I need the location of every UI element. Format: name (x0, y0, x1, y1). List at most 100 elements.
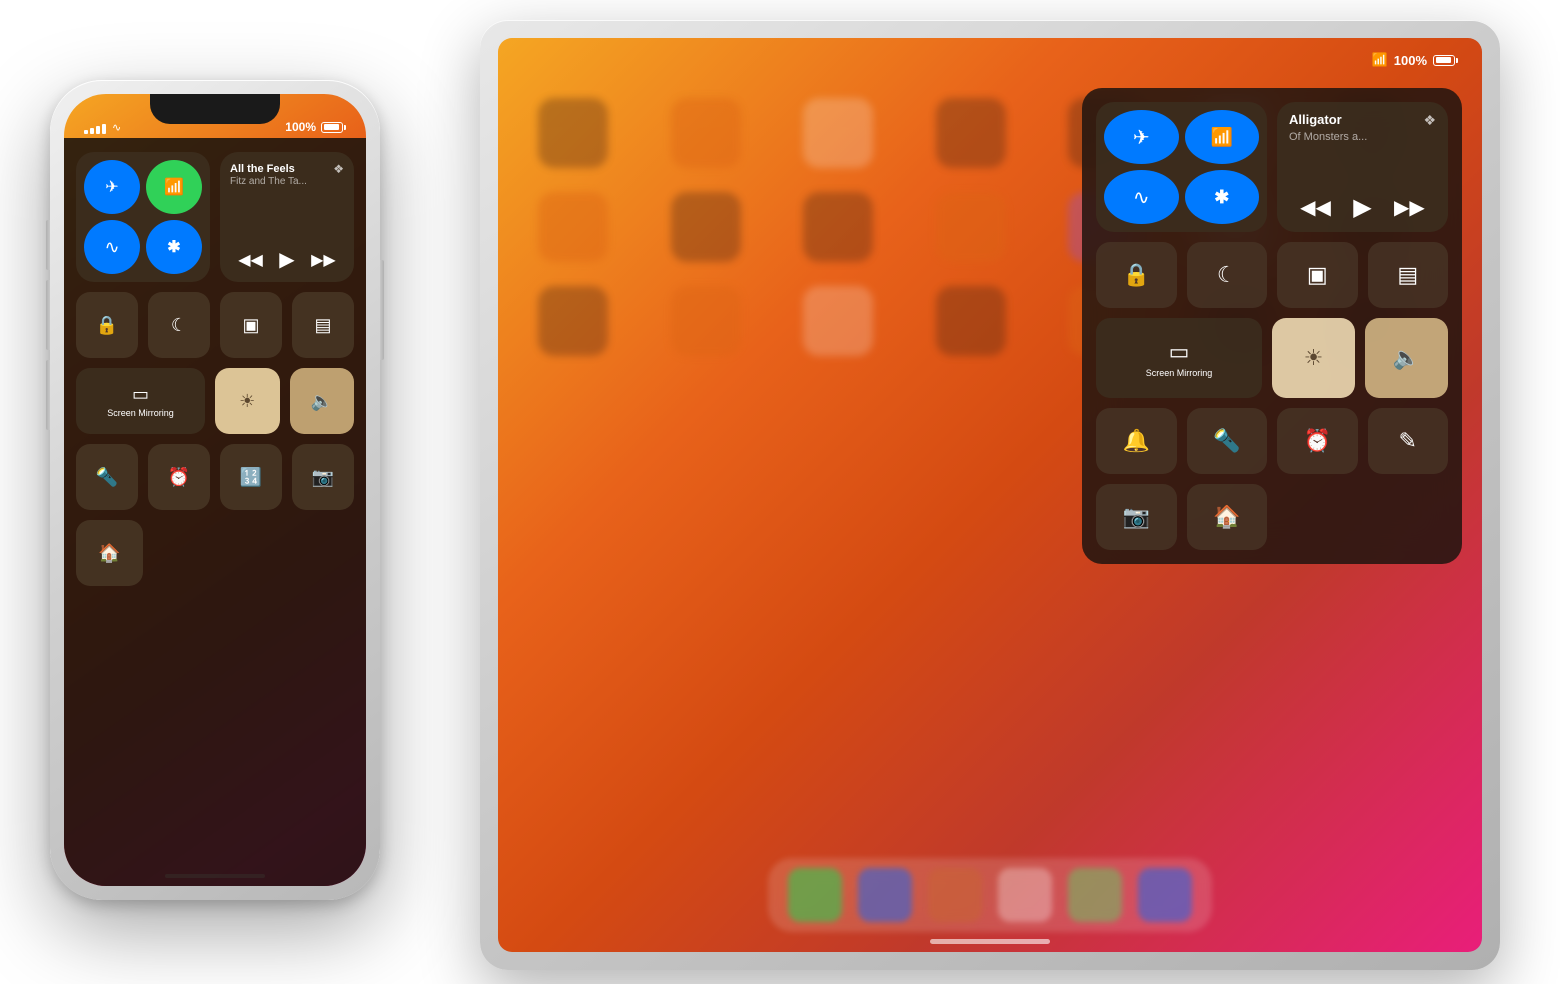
dock-icon (1068, 868, 1122, 922)
iphone-rotation-lock-btn[interactable]: 🔒 (76, 292, 138, 358)
ipad-container: 📶 100% (480, 20, 1500, 970)
iphone-camera-btn[interactable]: 📷 (292, 444, 354, 510)
ipad-airplane-btn[interactable]: ✈ (1104, 110, 1179, 164)
flashlight-icon: 🔦 (1213, 428, 1240, 454)
flashlight-icon: 🔦 (96, 467, 118, 488)
iphone-status-right: 100% (285, 120, 346, 134)
brightness-icon: ☀ (1304, 345, 1324, 371)
ipad-bluetooth-btn[interactable]: ✱ (1185, 170, 1260, 224)
dock-icon (1138, 868, 1192, 922)
app-icon (936, 286, 1006, 356)
iphone-home-btn-cc[interactable]: 🏠 (76, 520, 143, 586)
play-button[interactable]: ▶ (1353, 193, 1371, 222)
iphone-music-title: All the Feels (230, 162, 307, 176)
iphone-music-block: All the Feels Fitz and The Ta... ❖ ◀◀ ▶ … (220, 152, 354, 282)
ipad-home-bar (930, 939, 1050, 944)
iphone-control-center: ✈ 📶 ∿ ✱ (64, 138, 366, 886)
airplay-icon[interactable]: ❖ (1423, 112, 1436, 129)
ipad-home-btn[interactable]: 🏠 (1187, 484, 1268, 550)
ipad-camera-btn[interactable]: 📷 (1096, 484, 1177, 550)
iphone-volume-btn[interactable]: 🔈 (290, 368, 355, 434)
ipad-flashlight-btn[interactable]: 🔦 (1187, 408, 1268, 474)
wifi-icon-iphone: ∿ (112, 121, 121, 134)
scene: 📶 100% (0, 0, 1560, 984)
iphone-next-btn[interactable]: ▶▶ (311, 250, 336, 270)
cellular-icon: 📶 (1211, 127, 1233, 148)
ipad-music-block: Alligator Of Monsters a... ❖ ◀◀ ▶ ▶▶ (1277, 102, 1448, 232)
iphone-airplane-btn[interactable]: ✈ (84, 160, 140, 214)
iphone-cellular-btn[interactable]: 📶 (146, 160, 202, 214)
volume-icon: 🔈 (1393, 345, 1420, 371)
battery-fill-iphone (324, 124, 339, 130)
iphone-calculator-btn[interactable]: 🔢 (220, 444, 282, 510)
iphone-btn4[interactable]: ▤ (292, 292, 354, 358)
ipad-notes-btn[interactable]: ✎ (1368, 408, 1449, 474)
iphone-airplay-icon[interactable]: ❖ (333, 162, 344, 176)
app-icon (803, 286, 873, 356)
screen-mirror-icon: ▭ (1169, 339, 1190, 365)
bluetooth-icon-btn: ✱ (167, 237, 180, 257)
app-icon (671, 98, 741, 168)
iphone-screen-mirror-btn[interactable]: ▭ Screen Mirroring (76, 368, 205, 434)
ipad-row4: 🔔 🔦 ⏰ ✎ (1096, 408, 1448, 474)
signal-bar-3 (96, 126, 100, 134)
iphone-dnd-btn[interactable]: ☾ (148, 292, 210, 358)
ipad-row5: 📷 🏠 (1096, 484, 1267, 550)
iphone-music-artist: Fitz and The Ta... (230, 176, 307, 187)
ipad-wifi-btn[interactable]: ∿ (1104, 170, 1179, 224)
ipad-brightness-btn[interactable]: ☀ (1272, 318, 1355, 398)
iphone-wifi-btn[interactable]: ∿ (84, 220, 140, 274)
ipad-cellular-btn[interactable]: 📶 (1185, 110, 1260, 164)
battery-tip-iphone (344, 125, 346, 130)
iphone-play-btn[interactable]: ▶ (279, 247, 294, 272)
battery-percent-iphone: 100% (285, 120, 316, 134)
dock-icon (788, 868, 842, 922)
signal-bar-2 (90, 128, 94, 134)
music-controls: ◀◀ ▶ ▶▶ (1289, 193, 1436, 222)
iphone-music-info: All the Feels Fitz and The Ta... (230, 162, 307, 187)
next-button[interactable]: ▶▶ (1394, 195, 1425, 220)
wifi-icon: ∿ (1133, 185, 1150, 210)
iphone-bluetooth-btn[interactable]: ✱ (146, 220, 202, 274)
iphone-row1: ✈ 📶 ∿ ✱ (76, 152, 354, 282)
btn4-icon: ▤ (1397, 262, 1418, 288)
btn3-icon: ▣ (242, 315, 259, 336)
iphone-prev-btn[interactable]: ◀◀ (238, 250, 263, 270)
iphone-connectivity-block: ✈ 📶 ∿ ✱ (76, 152, 210, 282)
music-top: Alligator Of Monsters a... ❖ (1289, 112, 1436, 143)
iphone-btn3[interactable]: ▣ (220, 292, 282, 358)
prev-button[interactable]: ◀◀ (1300, 195, 1331, 220)
app-icon (803, 192, 873, 262)
ipad-connectivity-block: ✈ 📶 ∿ ✱ (1096, 102, 1267, 232)
cellular-icon: 📶 (164, 177, 184, 197)
screen-mirror-icon: ▭ (132, 384, 149, 405)
ipad-rotation-lock-btn[interactable]: 🔒 (1096, 242, 1177, 308)
ipad-btn3[interactable]: ▣ (1277, 242, 1358, 308)
app-icon (538, 286, 608, 356)
ipad-btn4[interactable]: ▤ (1368, 242, 1449, 308)
airplane-icon: ✈ (1133, 125, 1150, 150)
calculator-icon: 🔢 (240, 467, 262, 488)
iphone-brightness-btn[interactable]: ☀ (215, 368, 280, 434)
brightness-icon: ☀ (239, 391, 255, 412)
ipad-bell-btn[interactable]: 🔔 (1096, 408, 1177, 474)
ipad-dock (768, 858, 1212, 932)
ipad-screen-mirror-btn[interactable]: ▭ Screen Mirroring (1096, 318, 1262, 398)
battery-icon (1433, 55, 1458, 66)
ipad-row3: ▭ Screen Mirroring ☀ 🔈 (1096, 318, 1448, 398)
bluetooth-icon: ✱ (1214, 187, 1229, 208)
home-icon: 🏠 (1213, 504, 1240, 530)
volume-icon: 🔈 (311, 391, 333, 412)
ipad-volume-btn[interactable]: 🔈 (1365, 318, 1448, 398)
ipad-dnd-btn[interactable]: ☾ (1187, 242, 1268, 308)
iphone-row2: 🔒 ☾ ▣ ▤ (76, 292, 354, 358)
timer-icon: ⏰ (168, 467, 190, 488)
iphone-flashlight-btn[interactable]: 🔦 (76, 444, 138, 510)
music-title: Alligator (1289, 112, 1367, 129)
ipad-timer-btn[interactable]: ⏰ (1277, 408, 1358, 474)
iphone-timer-btn[interactable]: ⏰ (148, 444, 210, 510)
ipad-status-bar: 📶 100% (498, 38, 1482, 82)
iphone-row5: 🏠 (76, 520, 354, 586)
iphone-vol-up (46, 280, 50, 350)
timer-icon: ⏰ (1304, 428, 1331, 454)
